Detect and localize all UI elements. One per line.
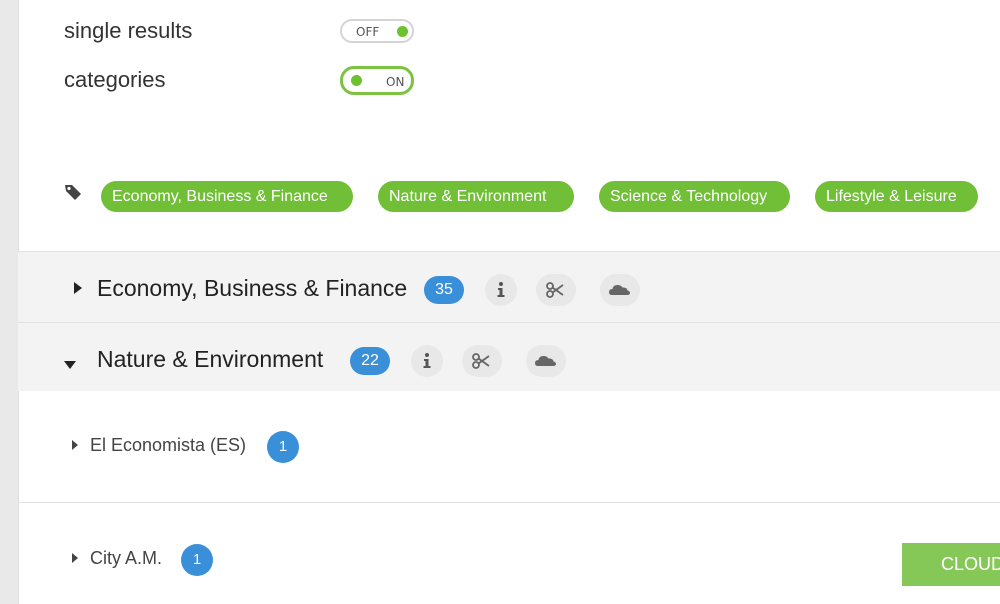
toggle-state-label: OFF: [356, 25, 380, 39]
toggle-state-label: ON: [386, 75, 405, 89]
category-count-badge: 35: [424, 276, 464, 304]
tag-icon: [65, 185, 81, 200]
category-title: Nature & Environment: [97, 346, 324, 372]
tag-chip-nature[interactable]: Nature & Environment: [378, 181, 574, 212]
category-nature-header[interactable]: Nature & Environment 22: [18, 323, 1000, 391]
single-results-label: single results: [64, 18, 193, 43]
categories-label: categories: [64, 67, 166, 92]
left-border: [0, 0, 19, 604]
cloud-icon[interactable]: [600, 274, 640, 306]
caret-right-icon: [72, 553, 78, 563]
tag-chip-economy[interactable]: Economy, Business & Finance: [101, 181, 353, 212]
category-economy-header[interactable]: Economy, Business & Finance 35: [18, 252, 1000, 322]
divider: [18, 502, 1000, 503]
source-name: El Economista (ES): [90, 435, 247, 455]
toggle-knob: [351, 75, 362, 86]
info-icon[interactable]: [411, 345, 443, 377]
cloud-icon[interactable]: [526, 345, 566, 377]
category-count-badge: 22: [350, 347, 390, 375]
scissors-icon[interactable]: [462, 345, 502, 377]
scissors-icon[interactable]: [536, 274, 576, 306]
info-icon[interactable]: [485, 274, 517, 306]
tag-chip-science[interactable]: Science & Technology: [599, 181, 790, 212]
source-name: City A.M.: [90, 548, 163, 568]
source-count-badge: 1: [181, 544, 213, 576]
single-results-toggle[interactable]: OFF: [340, 19, 414, 43]
tag-chip-lifestyle[interactable]: Lifestyle & Leisure: [815, 181, 978, 212]
cloud-button[interactable]: CLOUD: [902, 543, 1000, 586]
caret-down-icon: [64, 361, 76, 369]
caret-right-icon: [74, 282, 82, 294]
toggle-knob: [397, 26, 408, 37]
category-title: Economy, Business & Finance: [97, 275, 408, 301]
caret-right-icon: [72, 440, 78, 450]
source-count-badge: 1: [267, 431, 299, 463]
categories-toggle[interactable]: ON: [340, 66, 414, 95]
